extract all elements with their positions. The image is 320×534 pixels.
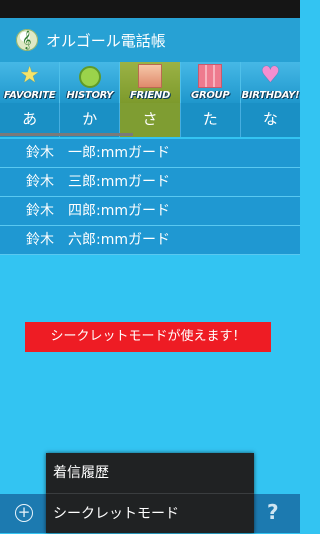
kana-scroll-indicator — [0, 133, 133, 136]
secret-mode-banner[interactable]: シークレットモードが使えます！ — [25, 322, 271, 352]
tab-label: FAVORITE — [3, 90, 56, 101]
star-icon: ★ — [19, 63, 40, 88]
heart-icon: ♥ — [260, 63, 281, 88]
tab-label: FRIEND — [130, 90, 170, 101]
tab-label: GROUP — [191, 90, 230, 101]
menu-item-secret-mode[interactable]: シークレットモード — [46, 493, 254, 533]
tab-history[interactable]: HISTORY — [60, 62, 121, 103]
menu-item-call-history[interactable]: 着信履歴 — [46, 453, 254, 493]
group-icon — [198, 64, 223, 88]
kana-tab-ka[interactable]: か — [60, 103, 121, 137]
music-note-app-icon: 𝄞 — [16, 29, 38, 51]
kana-tab-a[interactable]: あ — [0, 103, 61, 137]
popup-menu: 着信履歴 シークレットモード — [46, 453, 254, 533]
kana-tab-ta[interactable]: た — [181, 103, 241, 137]
action-bar: 𝄞 オルゴール電話帳 — [0, 18, 300, 63]
contact-list: 鈴木 一郎:mmガード 鈴木 三郎:mmガード 鈴木 四郎:mmガード 鈴木 六… — [0, 139, 300, 255]
app-title: オルゴール電話帳 — [46, 31, 166, 50]
help-icon[interactable]: ? — [267, 500, 279, 524]
kana-tab-na[interactable]: な — [241, 103, 300, 137]
tab-label: BIRTHDAY! — [241, 90, 300, 101]
tab-group[interactable]: GROUP — [180, 62, 241, 103]
kana-index-bar: あ か さ た な — [0, 103, 300, 137]
clock-icon — [78, 66, 101, 88]
list-item[interactable]: 鈴木 四郎:mmガード — [0, 197, 300, 226]
tab-label: HISTORY — [66, 90, 114, 101]
status-bar — [0, 0, 300, 18]
list-item[interactable]: 鈴木 六郎:mmガード — [0, 226, 300, 255]
add-icon[interactable]: + — [15, 504, 33, 522]
kana-tab-sa[interactable]: さ — [120, 103, 181, 137]
category-tabs: ★ FAVORITE HISTORY FRIEND GROUP ♥ BIRTHD… — [0, 62, 301, 103]
list-item[interactable]: 鈴木 三郎:mmガード — [0, 168, 300, 197]
person-icon — [138, 64, 162, 88]
list-item[interactable]: 鈴木 一郎:mmガード — [0, 139, 300, 168]
tab-friend[interactable]: FRIEND — [120, 62, 181, 103]
tab-favorite[interactable]: ★ FAVORITE — [0, 62, 61, 103]
tab-birthday[interactable]: ♥ BIRTHDAY! — [240, 62, 301, 103]
